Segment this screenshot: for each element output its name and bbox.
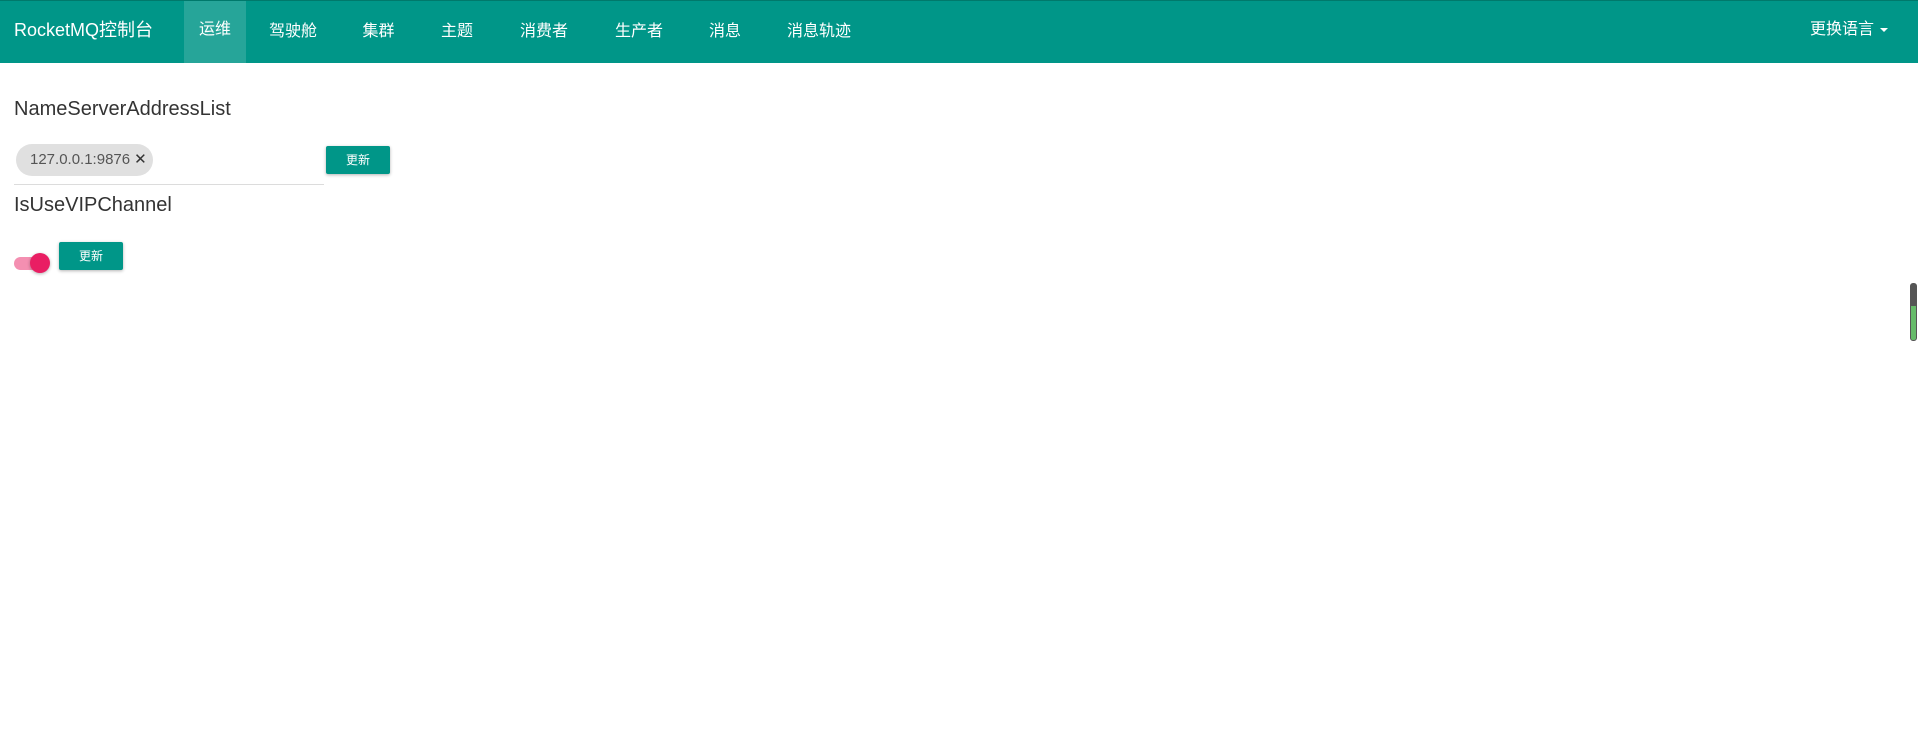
nav-item-ops[interactable]: 运维 [184, 1, 246, 63]
language-label: 更换语言 [1809, 21, 1874, 38]
vip-channel-label: IsUseVIPChannel [14, 194, 172, 216]
language-dropdown[interactable]: 更换语言 [1810, 1, 1888, 63]
close-icon[interactable]: ✕ [134, 144, 147, 176]
nav-item-consumer[interactable]: 消费者 [497, 1, 591, 63]
nameserver-label: NameServerAddressList [14, 98, 231, 120]
vip-channel-toggle[interactable] [14, 250, 52, 276]
main-nav: 运维 驾驶舱 集群 主题 消费者 生产者 消息 消息轨迹 [184, 1, 875, 63]
nav-item-message[interactable]: 消息 [687, 1, 763, 63]
nameserver-chip-input[interactable]: 127.0.0.1:9876 ✕ [14, 142, 324, 185]
nav-item-cluster[interactable]: 集群 [340, 1, 417, 63]
toggle-thumb [30, 253, 50, 273]
update-vip-button[interactable]: 更新 [59, 242, 123, 270]
nav-item-message-trace[interactable]: 消息轨迹 [764, 1, 874, 63]
nameserver-chip-text: 127.0.0.1:9876 [30, 151, 131, 168]
top-navbar: RocketMQ控制台 运维 驾驶舱 集群 主题 消费者 生产者 消息 消息轨迹… [0, 0, 1918, 63]
caret-down-icon [1880, 27, 1888, 32]
nameserver-chip: 127.0.0.1:9876 ✕ [16, 144, 153, 176]
update-nameserver-button[interactable]: 更新 [326, 146, 390, 174]
nav-item-producer[interactable]: 生产者 [592, 1, 686, 63]
nav-item-topic[interactable]: 主题 [418, 1, 496, 63]
app-brand[interactable]: RocketMQ控制台 [14, 1, 153, 63]
nav-item-dashboard[interactable]: 驾驶舱 [247, 1, 339, 63]
scrollbar-thumb[interactable] [1910, 283, 1917, 341]
